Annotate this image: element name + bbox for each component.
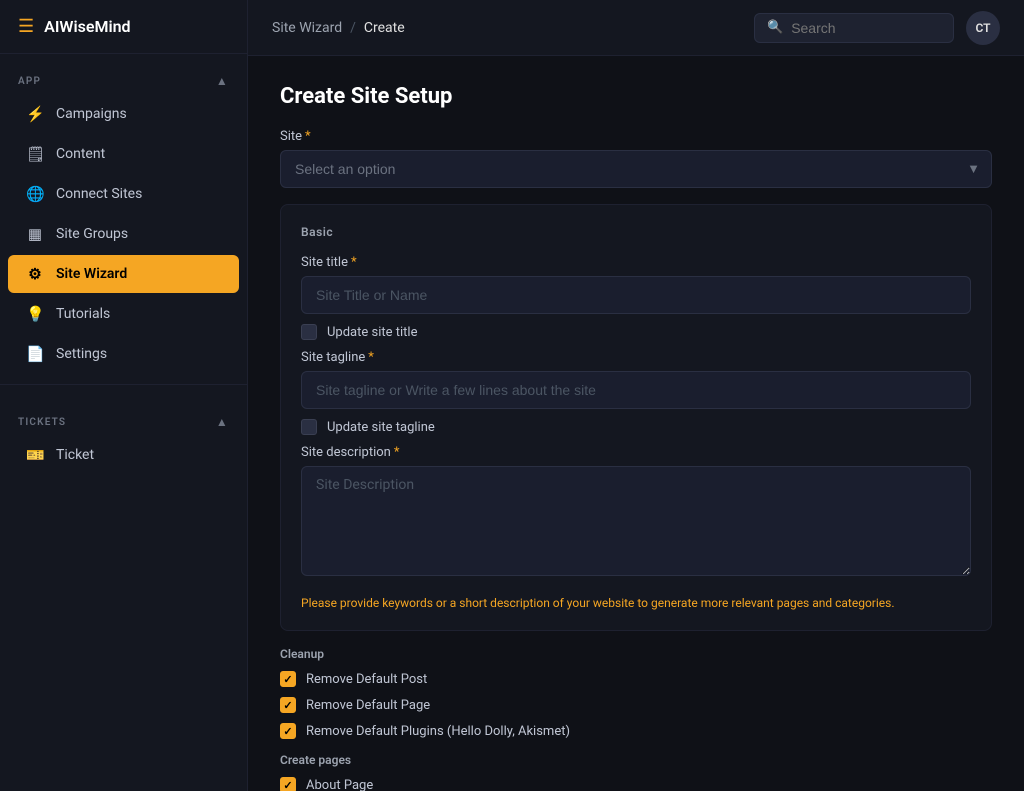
site-tagline-required-star: * [368,350,374,365]
basic-section-label: Basic [301,225,971,239]
update-site-tagline-checkbox-row[interactable]: Update site tagline [301,419,971,435]
site-required-star: * [305,129,311,144]
update-site-title-label: Update site title [327,325,417,340]
remove-default-page-checkbox[interactable] [280,697,296,713]
remove-default-plugins-checkbox[interactable] [280,723,296,739]
site-description-hint: Please provide keywords or a short descr… [301,596,971,610]
remove-default-post-checkbox[interactable] [280,671,296,687]
remove-default-page-label: Remove Default Page [306,698,430,713]
site-tagline-label: Site tagline * [301,350,971,365]
sidebar-item-label: Ticket [56,447,94,463]
site-select-wrapper: Select an option ▼ [280,150,992,188]
sidebar-item-label: Connect Sites [56,186,142,202]
content-icon: 🗒 [26,145,44,163]
menu-icon[interactable]: ☰ [18,16,34,37]
about-page-label: About Page [306,778,373,791]
avatar[interactable]: CT [966,11,1000,45]
page-title: Create Site Setup [280,84,992,109]
sidebar-divider [0,384,247,385]
remove-default-plugins-label: Remove Default Plugins (Hello Dolly, Aki… [306,724,570,739]
app-section-chevron[interactable]: ▲ [216,74,229,88]
tutorials-icon: 💡 [26,305,44,323]
breadcrumb: Site Wizard / Create [272,20,405,36]
campaigns-icon: ⚡ [26,105,44,123]
main-area: Site Wizard / Create 🔍 CT Create Site Se… [248,0,1024,791]
content-area: Create Site Setup Site * Select an optio… [248,56,1024,791]
update-site-tagline-checkbox[interactable] [301,419,317,435]
about-page-row[interactable]: About Page [280,777,992,791]
site-groups-icon: ▦ [26,225,44,243]
site-title-input[interactable] [301,276,971,314]
sidebar-item-site-groups[interactable]: ▦ Site Groups [8,215,239,253]
create-pages-label: Create pages [280,753,992,767]
ticket-icon: 🎫 [26,446,44,464]
sidebar-item-label: Site Wizard [56,266,127,282]
app-section-label: APP ▲ [0,54,247,94]
breadcrumb-separator: / [350,20,356,36]
sidebar-item-campaigns[interactable]: ⚡ Campaigns [8,95,239,133]
sidebar-item-tutorials[interactable]: 💡 Tutorials [8,295,239,333]
update-site-tagline-label: Update site tagline [327,420,435,435]
sidebar-item-content[interactable]: 🗒 Content [8,135,239,173]
site-description-textarea[interactable] [301,466,971,576]
site-description-required-star: * [394,445,400,460]
topbar: Site Wizard / Create 🔍 CT [248,0,1024,56]
site-select[interactable]: Select an option [280,150,992,188]
site-field-label: Site * [280,129,992,144]
search-input[interactable] [791,20,941,36]
breadcrumb-root[interactable]: Site Wizard [272,20,342,36]
site-tagline-input[interactable] [301,371,971,409]
sidebar: ☰ AIWiseMind APP ▲ ⚡ Campaigns 🗒 Content… [0,0,248,791]
sidebar-item-label: Site Groups [56,226,128,242]
sidebar-item-connect-sites[interactable]: 🌐 Connect Sites [8,175,239,213]
cleanup-label: Cleanup [280,647,992,661]
cleanup-section: Cleanup Remove Default Post Remove Defau… [280,647,992,791]
sidebar-item-label: Campaigns [56,106,127,122]
app-name: AIWiseMind [44,17,130,36]
remove-default-post-label: Remove Default Post [306,672,427,687]
sidebar-item-label: Content [56,146,105,162]
sidebar-item-label: Tutorials [56,306,110,322]
tickets-section-label: TICKETS ▲ [0,395,247,435]
breadcrumb-current: Create [364,20,405,36]
tickets-section-chevron[interactable]: ▲ [216,415,229,429]
remove-default-post-row[interactable]: Remove Default Post [280,671,992,687]
site-title-required-star: * [351,255,357,270]
site-wizard-icon: ⚙ [26,265,44,283]
sidebar-item-site-wizard[interactable]: ⚙ Site Wizard [8,255,239,293]
sidebar-item-ticket[interactable]: 🎫 Ticket [8,436,239,474]
sidebar-item-label: Settings [56,346,107,362]
logo-area: ☰ AIWiseMind [0,0,247,54]
remove-default-plugins-row[interactable]: Remove Default Plugins (Hello Dolly, Aki… [280,723,992,739]
search-icon: 🔍 [767,20,783,35]
connect-sites-icon: 🌐 [26,185,44,203]
site-description-label: Site description * [301,445,971,460]
basic-section: Basic Site title * Update site title Sit… [280,204,992,631]
topbar-right: 🔍 CT [754,11,1000,45]
remove-default-page-row[interactable]: Remove Default Page [280,697,992,713]
update-site-title-checkbox-row[interactable]: Update site title [301,324,971,340]
about-page-checkbox[interactable] [280,777,296,791]
update-site-title-checkbox[interactable] [301,324,317,340]
settings-icon: 📄 [26,345,44,363]
search-box[interactable]: 🔍 [754,13,954,43]
site-title-label: Site title * [301,255,971,270]
sidebar-item-settings[interactable]: 📄 Settings [8,335,239,373]
